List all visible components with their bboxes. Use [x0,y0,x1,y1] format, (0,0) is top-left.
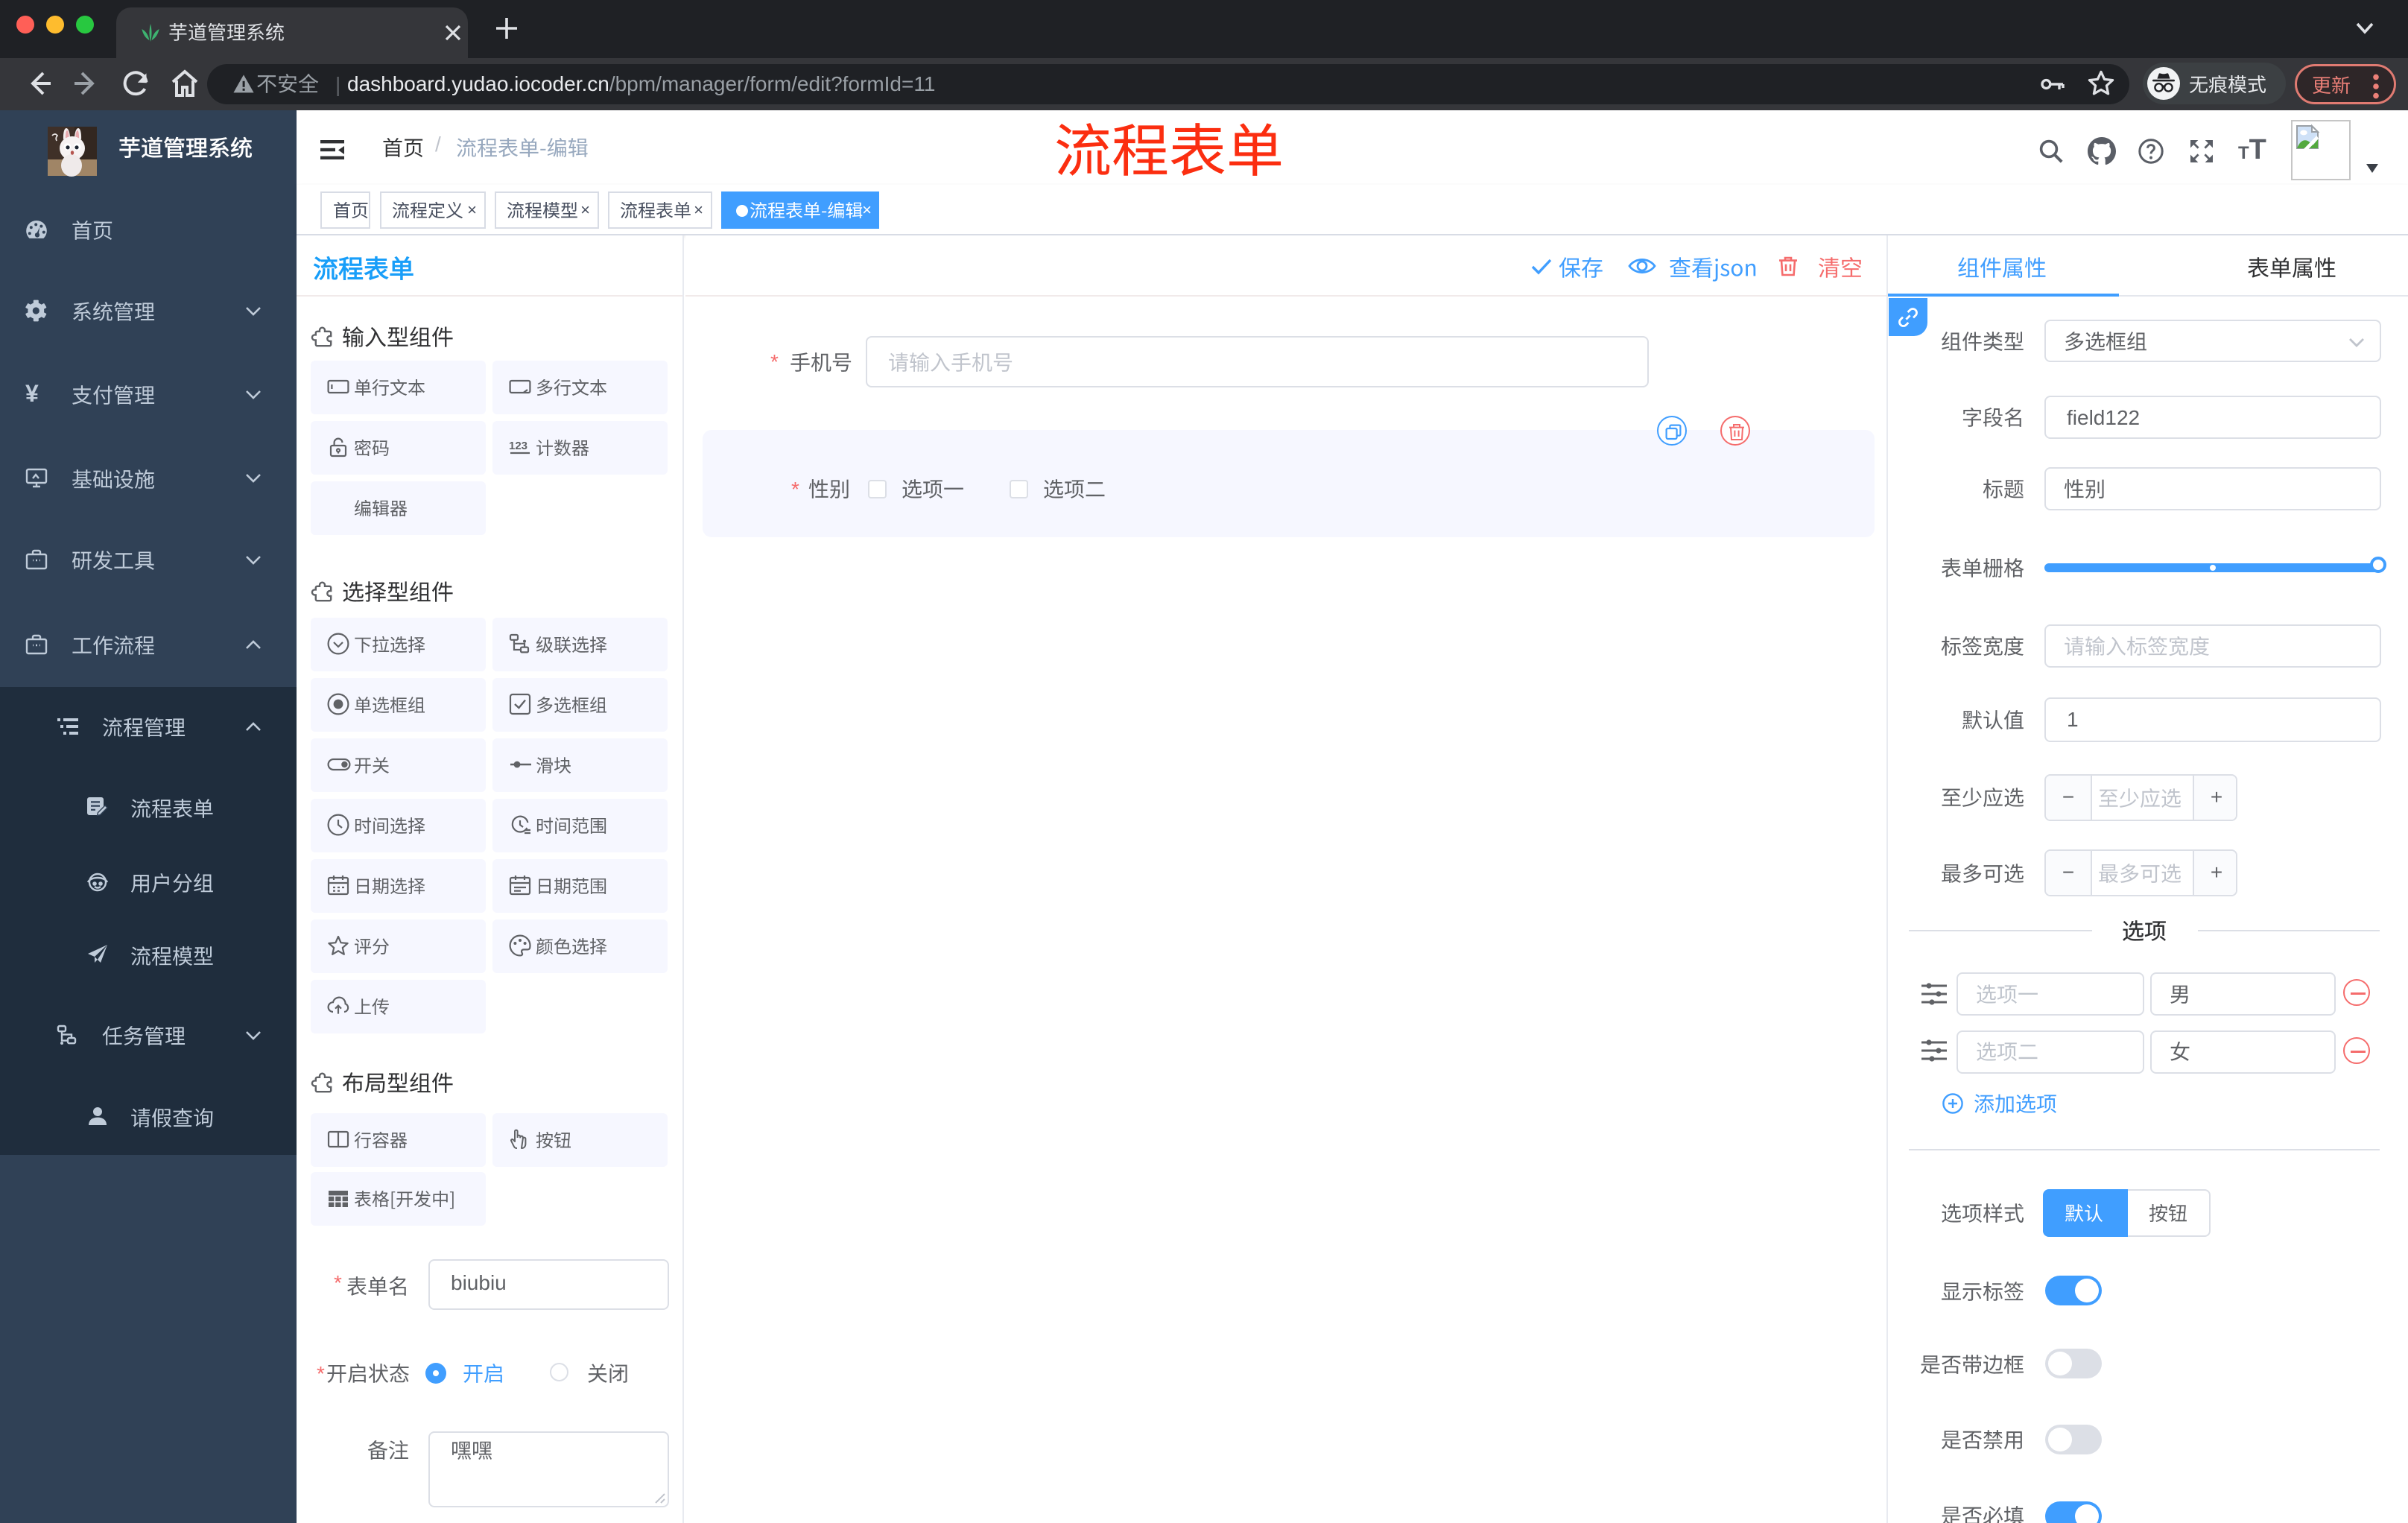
svg-text:123: 123 [509,440,527,452]
